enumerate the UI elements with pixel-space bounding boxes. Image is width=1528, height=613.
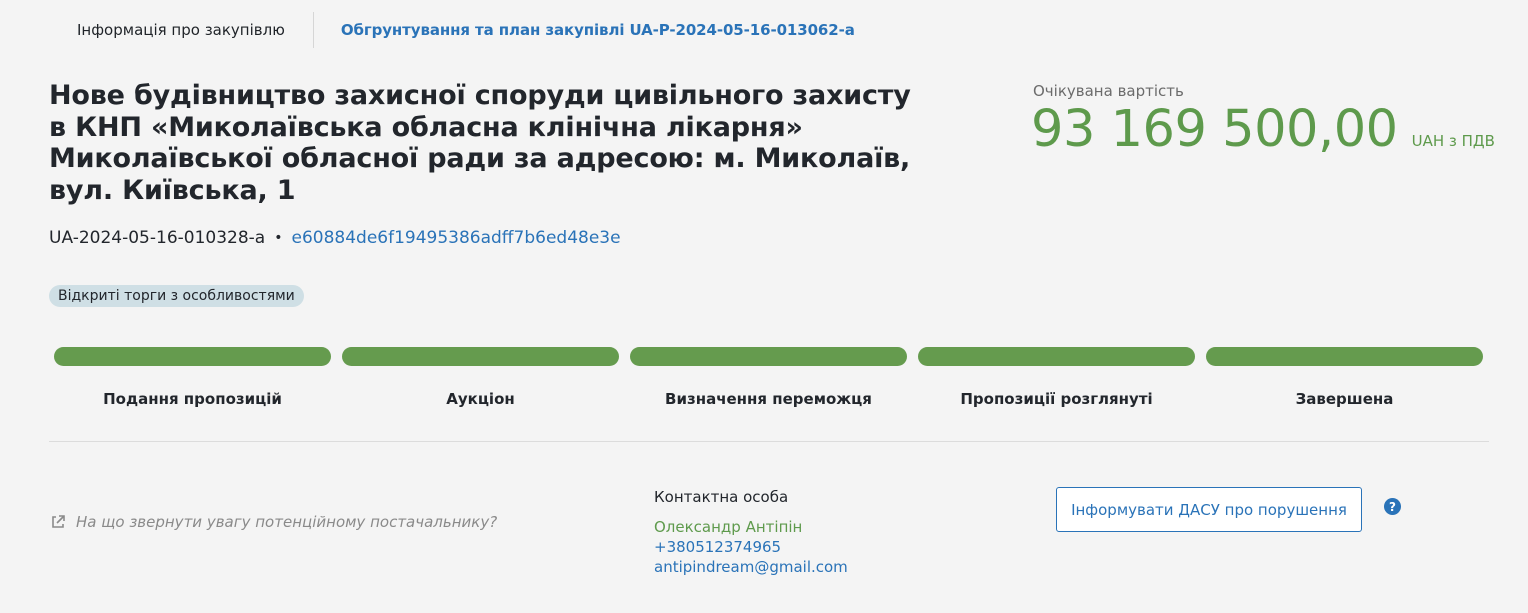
price-currency: UAH з ПДВ	[1411, 132, 1495, 150]
progress-step-label: Подання пропозицій	[103, 390, 282, 408]
tender-progress: Подання пропозицій Аукціон Визначення пе…	[54, 347, 1484, 408]
progress-step: Визначення переможця	[630, 347, 907, 408]
section-divider	[49, 441, 1489, 442]
supplier-hint-link[interactable]: На що звернути увагу потенційному постач…	[50, 513, 497, 531]
progress-step-bar	[630, 347, 907, 366]
procedure-type-badge: Відкриті торги з особливостями	[49, 285, 304, 307]
tender-id: UA-2024-05-16-010328-a	[49, 228, 266, 248]
page-title: Нове будівництво захисної споруди цивіль…	[49, 80, 911, 206]
contact-name: Олександр Антіпін	[654, 518, 803, 536]
progress-step-label: Завершена	[1295, 390, 1394, 408]
progress-step-label: Пропозиції розглянуті	[960, 390, 1153, 408]
progress-step-label: Аукціон	[446, 390, 515, 408]
tender-page: Інформація про закупівлю Обгрунтування т…	[0, 0, 1528, 613]
report-violation-button[interactable]: Інформувати ДАСУ про порушення	[1056, 487, 1362, 532]
progress-step-bar	[342, 347, 619, 366]
tender-identifiers: UA-2024-05-16-010328-a • e60884de6f19495…	[49, 228, 621, 248]
tab-plan-link[interactable]: Обгрунтування та план закупівлі UA-P-202…	[314, 12, 855, 48]
contact-email-link[interactable]: antipindream@gmail.com	[654, 557, 848, 577]
supplier-hint-text: На що звернути увагу потенційному постач…	[76, 513, 498, 531]
progress-step-label: Визначення переможця	[665, 390, 872, 408]
tender-hash-link[interactable]: e60884de6f19495386adff7b6ed48e3e	[291, 228, 620, 248]
progress-step: Аукціон	[342, 347, 619, 408]
id-separator: •	[274, 230, 283, 246]
contact-phone-link[interactable]: +380512374965	[654, 537, 848, 557]
price-amount: 93 169 500,00	[1031, 100, 1398, 159]
progress-step-bar	[1206, 347, 1483, 366]
progress-step-bar	[54, 347, 331, 366]
expected-value-label: Очікувана вартість	[1033, 82, 1184, 100]
contact-person: Контактна особа Олександр Антіпін +38051…	[654, 488, 848, 577]
tab-procurement-info[interactable]: Інформація про закупівлю	[60, 12, 313, 48]
progress-step: Пропозиції розглянуті	[918, 347, 1195, 408]
top-tabs: Інформація про закупівлю Обгрунтування т…	[60, 12, 855, 48]
expected-value: 93 169 500,00 UAH з ПДВ	[1031, 100, 1495, 159]
progress-step-bar	[918, 347, 1195, 366]
progress-step: Подання пропозицій	[54, 347, 331, 408]
progress-step: Завершена	[1206, 347, 1483, 408]
help-icon[interactable]: ?	[1384, 498, 1401, 515]
contact-title: Контактна особа	[654, 488, 789, 506]
external-link-icon	[52, 515, 65, 528]
